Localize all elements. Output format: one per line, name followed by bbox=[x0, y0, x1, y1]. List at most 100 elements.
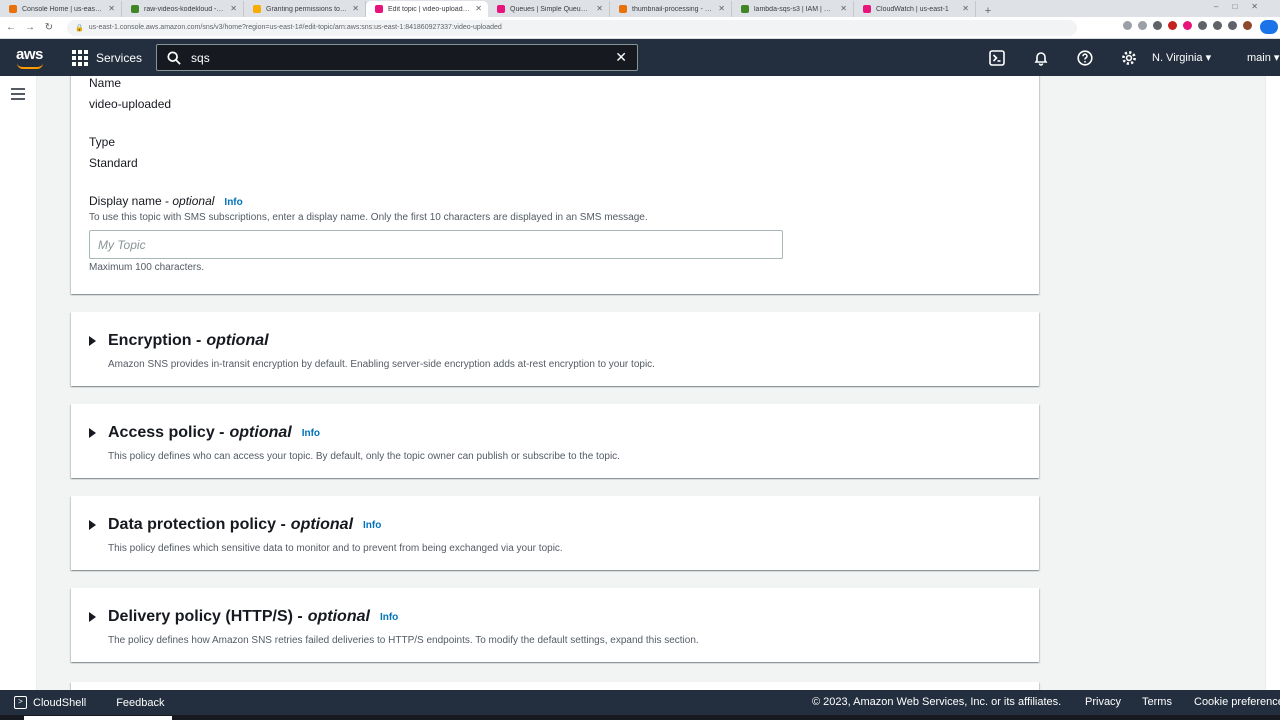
cloudshell-label: CloudShell bbox=[33, 696, 87, 709]
aws-top-nav: aws Services sqs ✕ N. Virginia ▾ main ▾ bbox=[0, 39, 1280, 76]
display-name-hint: Maximum 100 characters. bbox=[89, 262, 205, 273]
info-link[interactable]: Info bbox=[224, 197, 242, 208]
browser-tab[interactable]: Queues | Simple Queue Service ✕ bbox=[488, 1, 610, 17]
section-description: This policy defines who can access your … bbox=[108, 451, 620, 462]
extension-icon[interactable] bbox=[1138, 21, 1147, 30]
clear-search-icon[interactable]: ✕ bbox=[615, 49, 627, 66]
close-tab-icon[interactable]: ✕ bbox=[230, 4, 237, 13]
details-panel: Name video-uploaded Type Standard Displa… bbox=[71, 76, 1039, 294]
data-protection-toggle[interactable]: Data protection policy - optional Info bbox=[89, 516, 381, 534]
caret-right-icon bbox=[89, 520, 96, 530]
lock-icon: 🔒 bbox=[75, 24, 84, 32]
close-tab-icon[interactable]: ✕ bbox=[352, 4, 359, 13]
close-tab-icon[interactable]: ✕ bbox=[475, 4, 482, 13]
extension-icon[interactable] bbox=[1123, 21, 1132, 30]
bell-icon[interactable] bbox=[1019, 50, 1063, 66]
reload-icon[interactable]: ↻ bbox=[41, 22, 57, 33]
avatar[interactable] bbox=[1243, 21, 1252, 30]
terms-link[interactable]: Terms bbox=[1142, 696, 1172, 708]
aws-logo-icon[interactable]: aws bbox=[16, 46, 46, 70]
info-link[interactable]: Info bbox=[380, 612, 398, 623]
taskbar-item[interactable] bbox=[24, 716, 172, 720]
info-link[interactable]: Info bbox=[363, 520, 381, 531]
tab-title: CloudWatch | us-east-1 bbox=[876, 5, 949, 13]
browser-tab[interactable]: lambda-sqs-s3 | IAM | Global ✕ bbox=[732, 1, 854, 17]
url-text: us-east-1.console.aws.amazon.com/sns/v3/… bbox=[88, 24, 502, 31]
region-selector[interactable]: N. Virginia ▾ bbox=[1152, 51, 1211, 64]
close-tab-icon[interactable]: ✕ bbox=[718, 4, 725, 13]
profile-button[interactable] bbox=[1260, 20, 1278, 34]
caret-right-icon bbox=[89, 428, 96, 438]
optional-text: optional bbox=[206, 332, 269, 349]
tab-favicon-icon bbox=[619, 5, 627, 13]
url-field[interactable]: 🔒 us-east-1.console.aws.amazon.com/sns/v… bbox=[67, 19, 1077, 36]
close-tab-icon[interactable]: ✕ bbox=[108, 4, 115, 13]
header-icons bbox=[975, 39, 1151, 76]
name-value: video-uploaded bbox=[89, 97, 172, 111]
tab-favicon-icon bbox=[375, 5, 383, 13]
tab-favicon-icon bbox=[497, 5, 505, 13]
privacy-link[interactable]: Privacy bbox=[1085, 696, 1121, 708]
gear-icon[interactable] bbox=[1107, 50, 1151, 66]
forward-arrow-icon[interactable]: → bbox=[22, 22, 38, 33]
services-grid-icon bbox=[72, 49, 88, 66]
section-title: Access policy - bbox=[108, 424, 225, 441]
section-title: Delivery policy (HTTP/S) - bbox=[108, 608, 303, 625]
section-title: Encryption - bbox=[108, 332, 202, 349]
tab-favicon-icon bbox=[131, 5, 139, 13]
type-value: Standard bbox=[89, 156, 138, 170]
tab-favicon-icon bbox=[9, 5, 17, 13]
browser-tab[interactable]: thumbnail-processing - Lambda ✕ bbox=[610, 1, 732, 17]
info-link[interactable]: Info bbox=[302, 428, 320, 439]
extension-icons bbox=[1123, 21, 1252, 30]
close-tab-icon[interactable]: ✕ bbox=[596, 4, 603, 13]
extension-icon[interactable] bbox=[1183, 21, 1192, 30]
browser-tab[interactable]: Console Home | us-east-1 ✕ bbox=[0, 1, 122, 17]
browser-tab-strip: Console Home | us-east-1 ✕ raw-videos-kod… bbox=[0, 0, 1280, 17]
terminal-icon: > bbox=[14, 696, 27, 709]
account-menu[interactable]: main ▾ bbox=[1247, 51, 1279, 64]
access-policy-section: Access policy - optional Info This policy… bbox=[71, 404, 1039, 478]
close-tab-icon[interactable]: ✕ bbox=[962, 4, 969, 13]
taskbar bbox=[0, 715, 1280, 720]
search-icon bbox=[167, 50, 181, 65]
extension-icon[interactable] bbox=[1153, 21, 1162, 30]
extension-icon[interactable] bbox=[1213, 21, 1222, 30]
display-name-field[interactable]: My Topic bbox=[89, 230, 783, 259]
menu-icon[interactable] bbox=[11, 88, 25, 103]
extension-icon[interactable] bbox=[1198, 21, 1207, 30]
optional-text: optional bbox=[172, 194, 215, 208]
browser-tab-active[interactable]: Edit topic | video-uploaded | Topics ✕ bbox=[366, 1, 488, 17]
encryption-toggle[interactable]: Encryption - optional bbox=[89, 332, 269, 350]
services-label: Services bbox=[96, 50, 143, 65]
section-description: This policy defines which sensitive data… bbox=[108, 543, 563, 554]
optional-text: optional bbox=[290, 516, 354, 533]
tab-title: thumbnail-processing - Lambda bbox=[632, 5, 713, 13]
cookie-preferences-link[interactable]: Cookie preferences bbox=[1194, 696, 1280, 708]
help-icon[interactable] bbox=[1063, 49, 1107, 66]
optional-text: optional bbox=[229, 424, 292, 441]
data-protection-section: Data protection policy - optional Info Th… bbox=[71, 496, 1039, 570]
extension-icon[interactable] bbox=[1168, 21, 1177, 30]
browser-tab[interactable]: Granting permissions to publish ✕ bbox=[244, 1, 366, 17]
browser-tab[interactable]: raw-videos-kodekloud - S3 bucket ✕ bbox=[122, 1, 244, 17]
search-query: sqs bbox=[191, 50, 210, 65]
browser-tab[interactable]: CloudWatch | us-east-1 ✕ bbox=[854, 1, 976, 17]
new-tab-button[interactable]: + bbox=[980, 5, 996, 17]
delivery-policy-toggle[interactable]: Delivery policy (HTTP/S) - optional Info bbox=[89, 608, 398, 626]
section-description: Amazon SNS provides in-transit encryptio… bbox=[108, 359, 655, 370]
search-input[interactable]: sqs ✕ bbox=[156, 44, 639, 71]
extension-icon[interactable] bbox=[1228, 21, 1237, 30]
back-arrow-icon[interactable]: ← bbox=[3, 22, 19, 33]
close-tab-icon[interactable]: ✕ bbox=[840, 4, 847, 13]
display-name-label-text: Display name - bbox=[89, 194, 173, 208]
tab-favicon-icon bbox=[863, 5, 871, 13]
cloudshell-icon[interactable] bbox=[975, 49, 1019, 66]
cloudshell-button[interactable]: > CloudShell bbox=[14, 696, 86, 709]
services-menu-button[interactable]: Services bbox=[72, 49, 143, 66]
access-policy-toggle[interactable]: Access policy - optional Info bbox=[89, 424, 320, 442]
window-controls[interactable]: –□✕ bbox=[1214, 2, 1272, 11]
name-label: Name bbox=[89, 76, 122, 90]
optional-text: optional bbox=[307, 608, 370, 625]
feedback-link[interactable]: Feedback bbox=[116, 697, 164, 709]
